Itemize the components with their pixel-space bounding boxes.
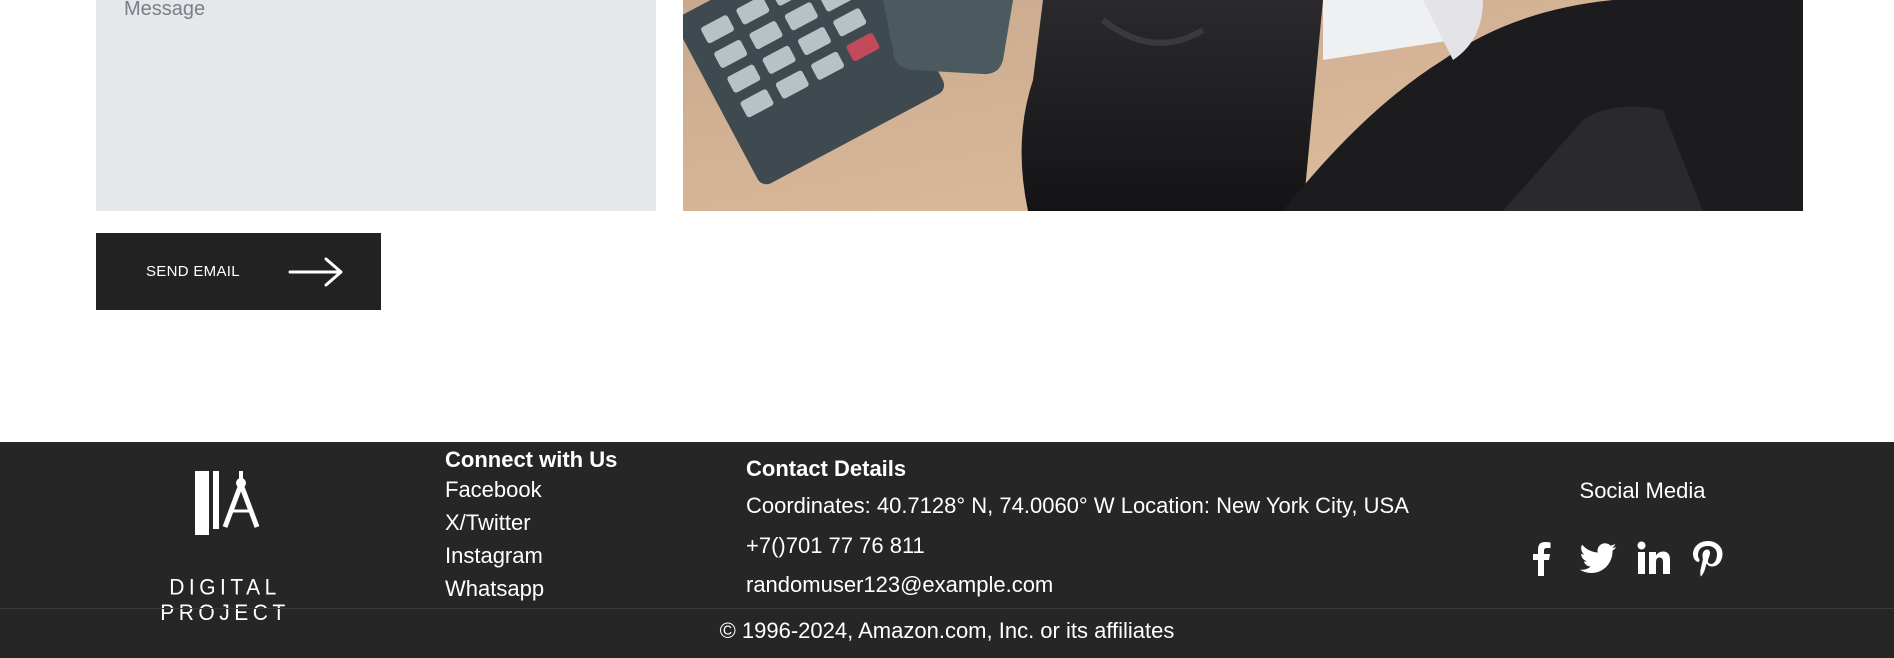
drafting-tools-logo-icon	[195, 471, 260, 535]
copyright-text: © 1996-2024, Amazon.com, Inc. or its aff…	[719, 618, 1175, 643]
send-email-button[interactable]: SEND EMAIL	[96, 233, 381, 310]
coordinates-text: Coordinates: 40.7128° N, 74.0060° W Loca…	[746, 493, 1409, 518]
contact-title: Contact Details	[746, 456, 907, 481]
send-email-label: SEND EMAIL	[146, 263, 240, 280]
social-media-title: Social Media	[1579, 478, 1706, 503]
connect-column: Connect with Us Facebook X/Twitter Insta…	[445, 447, 617, 605]
instagram-link[interactable]: Instagram	[445, 539, 617, 572]
footer-divider	[0, 608, 1894, 609]
social-media-column: Social Media	[1520, 478, 1740, 577]
facebook-link[interactable]: Facebook	[445, 473, 617, 506]
twitter-link[interactable]: X/Twitter	[445, 506, 617, 539]
facebook-icon[interactable]	[1522, 538, 1562, 578]
phone-number: +7()701 77 76 811	[746, 532, 925, 558]
social-icons-row	[1520, 538, 1740, 578]
pinterest-icon[interactable]	[1688, 538, 1728, 578]
whatsapp-link[interactable]: Whatsapp	[445, 572, 617, 605]
connect-title: Connect with Us	[445, 447, 618, 472]
business-handshake-photo	[683, 0, 1803, 211]
message-textarea[interactable]	[96, 0, 656, 211]
email-address: randomuser123@example.com	[746, 572, 1054, 597]
digital-project-logo[interactable]: DIGITAL PROJECT	[141, 469, 309, 625]
site-footer: DIGITAL PROJECT Connect with Us Facebook…	[0, 442, 1894, 658]
twitter-icon[interactable]	[1578, 538, 1618, 578]
contact-column: Contact Details Coordinates: 40.7128° N,…	[746, 452, 1409, 605]
arrow-right-icon	[288, 257, 343, 286]
linkedin-icon[interactable]	[1634, 538, 1674, 578]
